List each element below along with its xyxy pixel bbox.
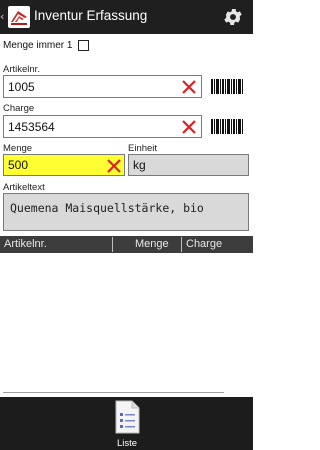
menge-immer-1-checkbox[interactable] [78, 40, 89, 51]
list-document-icon [113, 400, 141, 434]
barcode-scan-artikelnr-icon[interactable] [210, 78, 244, 98]
barcode-scan-charge-icon[interactable] [210, 118, 244, 138]
list-scroll-divider [3, 392, 224, 393]
table-header: Artikelnr. Menge Charge [0, 236, 253, 253]
app-logo-icon[interactable] [8, 6, 30, 28]
einheit-value: kg [133, 158, 146, 172]
column-divider [112, 237, 113, 252]
clear-charge-icon[interactable] [182, 119, 196, 134]
settings-gear-icon[interactable] [222, 6, 244, 28]
liste-button[interactable]: Liste [107, 399, 147, 449]
artikeltext-field: Quemena Maisquellstärke, bio [3, 193, 249, 231]
menge-immer-1-label: Menge immer 1 [3, 39, 73, 51]
artikelnr-value: 1005 [8, 79, 35, 94]
clear-menge-icon[interactable] [107, 158, 121, 173]
bottom-action-bar: Liste [0, 397, 253, 450]
app-title: Inventur Erfassung [34, 8, 148, 23]
einheit-label: Einheit [128, 143, 158, 154]
back-caret-icon[interactable]: ‹ [0, 9, 6, 25]
column-header-menge[interactable]: Menge [135, 238, 169, 250]
liste-label: Liste [116, 438, 138, 449]
inventory-list[interactable] [0, 253, 253, 393]
artikeltext-label: Artikeltext [3, 182, 45, 193]
charge-input[interactable]: 1453564 [3, 115, 202, 138]
column-header-artikelnr[interactable]: Artikelnr. [4, 238, 47, 250]
charge-value: 1453564 [8, 119, 55, 134]
artikelnr-input[interactable]: 1005 [3, 75, 202, 98]
menge-label: Menge [3, 143, 33, 154]
charge-label: Charge [3, 103, 35, 114]
menge-value: 500 [8, 158, 29, 172]
column-header-charge[interactable]: Charge [186, 238, 222, 250]
artikelnr-label: Artikelnr. [3, 64, 40, 75]
einheit-field: kg [128, 154, 249, 176]
menge-immer-1-row: Menge immer 1 [3, 37, 72, 53]
column-divider [181, 237, 182, 252]
artikeltext-value: Quemena Maisquellstärke, bio [10, 201, 204, 215]
action-bar: ‹ Inventur Erfassung [0, 0, 253, 34]
clear-artikelnr-icon[interactable] [182, 79, 196, 94]
